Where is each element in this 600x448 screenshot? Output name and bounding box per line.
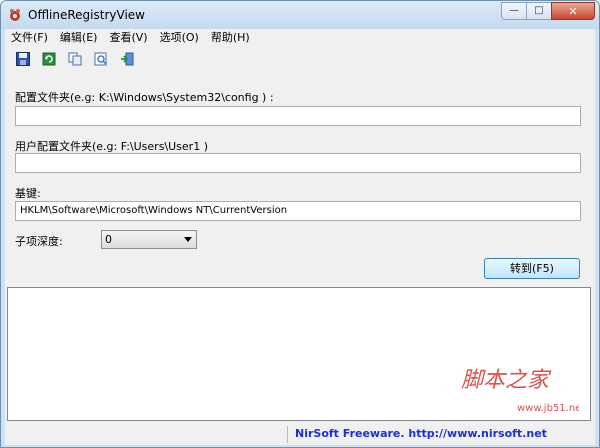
goto-button[interactable]: 转到(F5) [484, 258, 580, 279]
exit-icon [121, 52, 134, 66]
app-window: OfflineRegistryView — □ ✕ 文件(F) 编辑(E) 查看… [0, 0, 600, 448]
save-button[interactable] [15, 51, 31, 67]
config-folder-input[interactable] [15, 106, 581, 126]
minimize-icon: — [509, 5, 519, 16]
window-title: OfflineRegistryView [28, 8, 145, 22]
subkey-depth-label: 子项深度: [15, 235, 63, 248]
user-profile-input[interactable] [15, 153, 581, 173]
copy-button[interactable] [67, 51, 83, 67]
chevron-down-icon [184, 237, 192, 242]
menu-options[interactable]: 选项(O) [154, 29, 205, 47]
config-folder-label: 配置文件夹(e.g: K:\Windows\System32\config ) … [15, 91, 274, 104]
maximize-icon: □ [534, 5, 544, 16]
status-divider [287, 426, 288, 443]
base-key-input[interactable]: HKLM\Software\Microsoft\Windows NT\Curre… [15, 201, 581, 221]
properties-icon [94, 52, 108, 66]
minimize-button[interactable]: — [501, 2, 527, 20]
results-list[interactable] [7, 287, 591, 421]
menu-help[interactable]: 帮助(H) [205, 29, 256, 47]
close-button[interactable]: ✕ [551, 2, 595, 20]
subkey-depth-select[interactable]: 0 [101, 230, 197, 249]
refresh-button[interactable] [41, 51, 57, 67]
menu-edit[interactable]: 编辑(E) [54, 29, 104, 47]
copy-icon [68, 52, 82, 66]
user-profile-label: 用户配置文件夹(e.g: F:\Users\User1 ) [15, 140, 208, 153]
title-bar[interactable]: OfflineRegistryView — □ ✕ [1, 1, 599, 29]
base-key-label: 基键: [15, 187, 41, 200]
app-icon [10, 9, 20, 21]
maximize-button[interactable]: □ [526, 2, 552, 20]
toolbar [5, 48, 595, 70]
refresh-icon [42, 52, 56, 66]
subkey-depth-value: 0 [105, 233, 112, 246]
close-icon: ✕ [568, 4, 578, 18]
status-bar: NirSoft Freeware. http://www.nirsoft.net [5, 423, 595, 445]
client-area: 文件(F) 编辑(E) 查看(V) 选项(O) 帮助(H) 配置文件夹(e.g:… [5, 29, 595, 445]
menu-file[interactable]: 文件(F) [5, 29, 54, 47]
nirsoft-link[interactable]: NirSoft Freeware. http://www.nirsoft.net [295, 427, 547, 440]
exit-button[interactable] [119, 51, 135, 67]
menu-bar: 文件(F) 编辑(E) 查看(V) 选项(O) 帮助(H) [5, 29, 595, 47]
properties-button[interactable] [93, 51, 109, 67]
menu-view[interactable]: 查看(V) [103, 29, 153, 47]
save-icon [16, 52, 30, 66]
